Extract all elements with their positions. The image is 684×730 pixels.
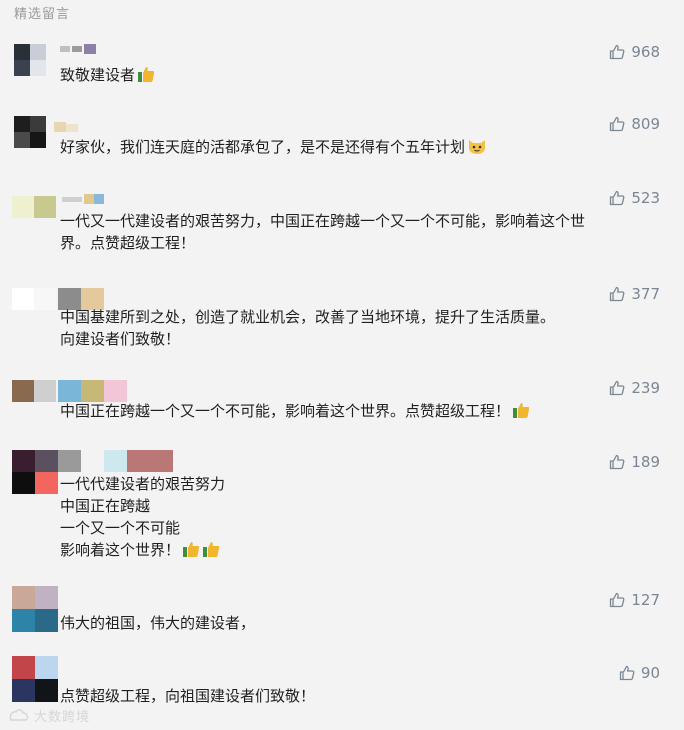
like-button[interactable]: 189 — [609, 453, 660, 471]
comment-text: 伟大的祖国，伟大的建设者， — [60, 614, 256, 632]
like-count: 189 — [631, 453, 660, 471]
like-count: 523 — [631, 189, 660, 207]
thumbs-up-outline-icon — [610, 286, 625, 302]
like-count: 809 — [631, 115, 660, 133]
like-button[interactable]: 809 — [609, 115, 660, 133]
like-button[interactable]: 523 — [609, 189, 660, 207]
comment-text: 一代又一代建设者的艰苦努力，中国正在跨越一个又一个不可能，影响着这个世 界。点赞… — [60, 212, 586, 252]
thumbs-up-emoji — [202, 540, 220, 558]
like-count: 377 — [631, 285, 660, 303]
like-button[interactable]: 239 — [609, 379, 660, 397]
section-title: 精选留言 — [14, 7, 71, 22]
like-button[interactable]: 377 — [609, 285, 660, 303]
thumbs-up-outline-icon — [610, 116, 625, 132]
comment-text: 致敬建设者 — [60, 64, 155, 86]
comment-text: 中国基建所到之处，创造了就业机会，改善了当地环境，提升了生活质量。 向建设者们致… — [60, 308, 556, 348]
commenter-name-pixelated — [60, 44, 96, 54]
comment-text: 好家伙，我们连天庭的活都承包了，是不是还得有个五年计划 — [60, 136, 486, 158]
like-count: 239 — [631, 379, 660, 397]
thumbs-up-emoji — [182, 540, 200, 558]
avatar[interactable] — [12, 656, 58, 702]
avatar[interactable] — [12, 196, 56, 218]
cat-face-emoji — [467, 137, 486, 155]
avatar[interactable] — [12, 450, 58, 494]
avatar[interactable] — [14, 116, 46, 148]
watermark: 大数跨境 — [8, 706, 90, 725]
commenter-name-pixelated — [58, 450, 174, 472]
thumbs-up-outline-icon — [610, 380, 625, 396]
avatar[interactable] — [12, 380, 56, 402]
like-count: 968 — [631, 43, 660, 61]
comment-text: 中国正在跨越一个又一个不可能，影响着这个世界。点赞超级工程！ — [60, 400, 530, 422]
like-button[interactable]: 90 — [619, 664, 660, 682]
like-count: 127 — [631, 591, 660, 609]
comment-text: 点赞超级工程，向祖国建设者们致敬！ — [60, 687, 316, 705]
thumbs-up-outline-icon — [610, 592, 625, 608]
commenter-name-pixelated — [54, 122, 80, 132]
avatar[interactable] — [12, 288, 56, 310]
watermark-text: 大数跨境 — [34, 710, 91, 725]
like-button[interactable]: 968 — [609, 43, 660, 61]
like-button[interactable]: 127 — [609, 591, 660, 609]
thumbs-up-emoji — [137, 65, 155, 83]
commenter-name-pixelated — [58, 380, 128, 402]
avatar[interactable] — [12, 586, 58, 632]
thumbs-up-emoji — [512, 401, 530, 419]
thumbs-up-outline-icon — [610, 44, 625, 60]
like-count: 90 — [640, 664, 660, 682]
avatar[interactable] — [14, 44, 46, 76]
commenter-name-pixelated — [62, 194, 106, 204]
thumbs-up-outline-icon — [610, 190, 625, 206]
thumbs-up-outline-icon — [619, 665, 635, 681]
watermark-logo-icon — [9, 708, 29, 721]
comment-text: 一代代建设者的艰苦努力 中国正在跨越 一个又一个不可能 影响着这个世界！ — [60, 475, 226, 559]
thumbs-up-outline-icon — [610, 454, 625, 470]
